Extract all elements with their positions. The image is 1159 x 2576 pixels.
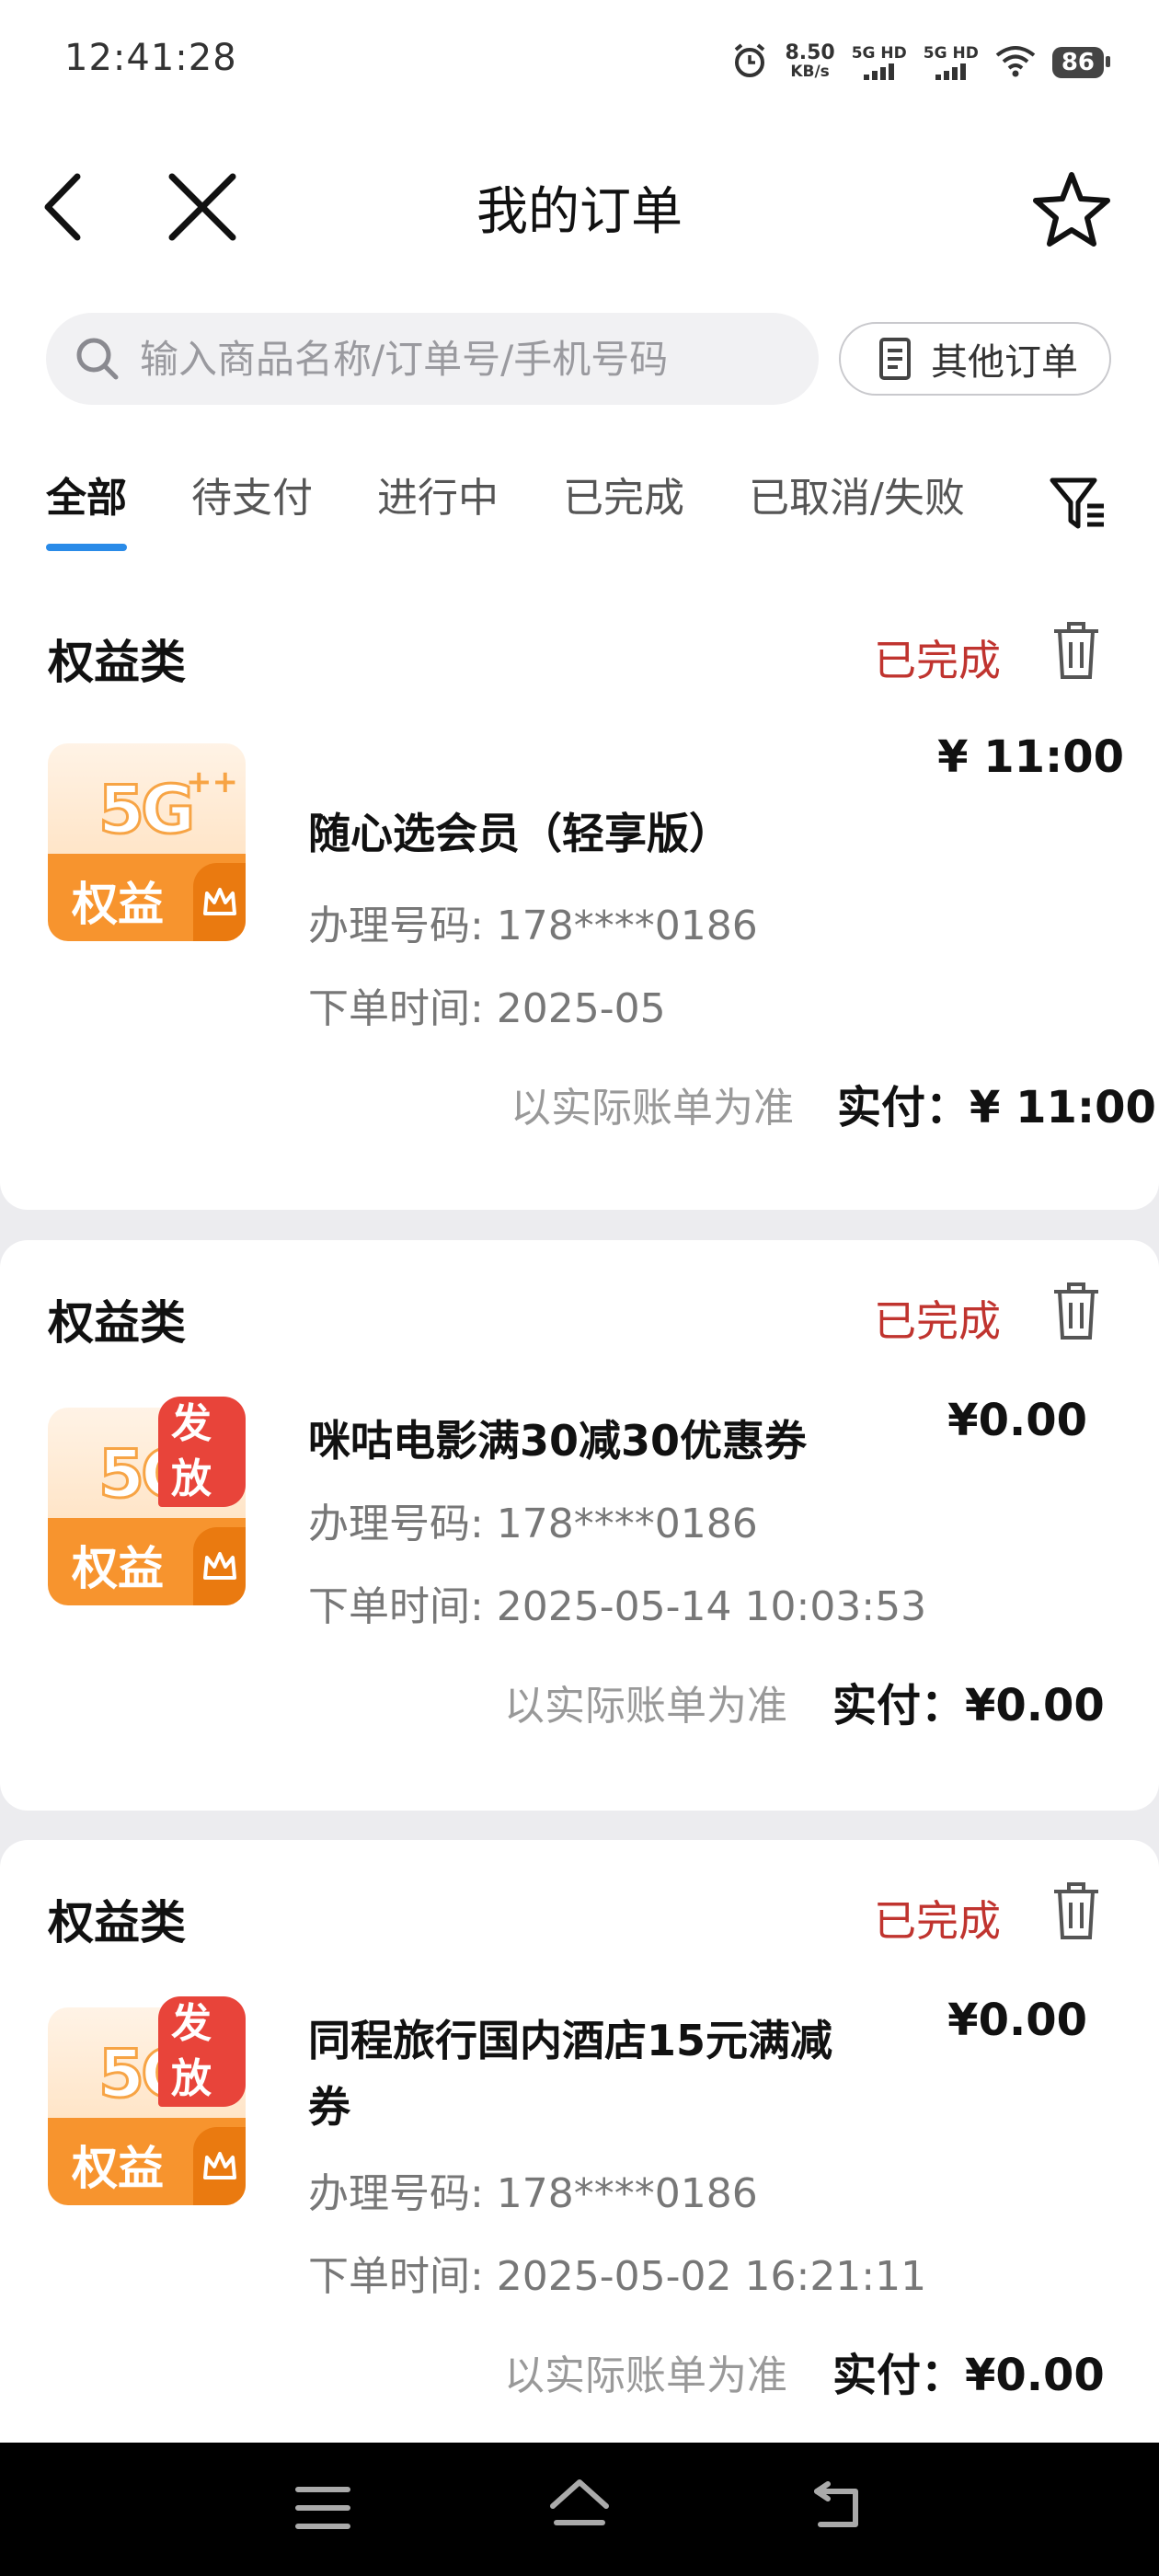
thumb-plus: ++ xyxy=(186,764,238,800)
thumb-logo: 5G xyxy=(97,770,196,850)
tab-completed[interactable]: 已完成 xyxy=(563,465,684,523)
menu-icon xyxy=(295,2487,350,2529)
search-bar[interactable] xyxy=(46,313,819,405)
order-status: 已完成 xyxy=(874,1896,1001,1946)
signal-bars-icon xyxy=(935,62,967,80)
return-button[interactable] xyxy=(809,2477,865,2532)
tab-pending-payment[interactable]: 待支付 xyxy=(191,465,313,523)
thumb-label: 权益 xyxy=(72,878,164,931)
signal-bars-icon xyxy=(864,62,895,80)
phone-number: 办理号码: 178****0186 xyxy=(308,903,758,949)
trash-icon xyxy=(1054,1882,1098,1939)
trash-icon xyxy=(1054,1282,1098,1340)
sim1-label: 5G HD xyxy=(851,44,907,63)
net-speed-value: 8.50 xyxy=(785,41,835,64)
issue-badge: 发放 xyxy=(158,1397,246,1507)
filter-button[interactable] xyxy=(1047,471,1111,535)
delete-button[interactable] xyxy=(1049,1279,1104,1343)
crown-icon xyxy=(193,863,246,941)
product-name: 咪咕电影满30减30优惠券 xyxy=(308,1416,808,1466)
menu-button[interactable] xyxy=(294,2484,351,2532)
order-price: ¥ 11:00 xyxy=(937,731,1124,783)
net-speed: 8.50 KB/s xyxy=(785,41,835,82)
paid-amount: 实付：¥ 11:00 xyxy=(837,1082,1156,1133)
crown-icon xyxy=(193,1527,246,1605)
status-icons: 8.50 KB/s 5G HD 5G HD 86 xyxy=(731,35,1111,90)
product-thumbnail: 5G ++ 权益 发放 xyxy=(48,1397,246,1605)
paid-amount: 实付：¥0.00 xyxy=(832,1680,1105,1731)
star-icon xyxy=(1033,172,1110,247)
sim2-label: 5G HD xyxy=(923,44,979,63)
filter-icon xyxy=(1050,477,1104,529)
sim1-signal: 5G HD xyxy=(852,45,907,80)
bill-note: 以实际账单为准 xyxy=(511,1085,794,1132)
wifi-icon xyxy=(995,44,1036,81)
order-tabs: 全部 待支付 进行中 已完成 已取消/失败 xyxy=(46,465,1029,557)
other-orders-button[interactable]: 其他订单 xyxy=(839,322,1111,396)
order-category: 权益类 xyxy=(48,1896,186,1949)
product-thumbnail: 5G ++ 权益 发放 xyxy=(48,1996,246,2205)
order-time: 下单时间: 2025-05-02 16:21:11 xyxy=(308,2253,927,2300)
status-time: 12:41:28 xyxy=(64,37,237,79)
favorite-button[interactable] xyxy=(1030,167,1113,250)
search-icon xyxy=(76,338,119,380)
order-time: 下单时间: 2025-05 xyxy=(308,985,666,1032)
search-input[interactable] xyxy=(138,335,804,383)
home-icon xyxy=(550,2479,609,2525)
thumb-label: 权益 xyxy=(72,2142,164,2195)
thumb-label: 权益 xyxy=(72,1542,164,1595)
order-price: ¥0.00 xyxy=(947,1395,1087,1446)
document-list-icon xyxy=(879,338,911,380)
tab-cancelled-failed[interactable]: 已取消/失败 xyxy=(749,465,965,523)
bill-note: 以实际账单为准 xyxy=(504,2352,787,2399)
order-card[interactable]: 权益类 已完成 5G ++ 权益 发放 ¥0.00 咪咕电影满30减30优惠券 … xyxy=(0,1240,1159,1811)
order-price: ¥0.00 xyxy=(947,1995,1087,2046)
order-status: 已完成 xyxy=(874,636,1001,685)
crown-icon xyxy=(193,2127,246,2205)
net-speed-unit: KB/s xyxy=(790,63,830,81)
order-category: 权益类 xyxy=(48,636,186,689)
issue-badge: 发放 xyxy=(158,1996,246,2107)
sim2-signal: 5G HD xyxy=(924,45,979,80)
home-button[interactable] xyxy=(547,2477,612,2534)
tab-in-progress[interactable]: 进行中 xyxy=(377,465,499,523)
alarm-icon xyxy=(731,42,768,83)
bill-note: 以实际账单为准 xyxy=(504,1683,787,1730)
delete-button[interactable] xyxy=(1049,618,1104,683)
product-name: 同程旅行国内酒店15元满减券 xyxy=(308,2016,833,2132)
order-time: 下单时间: 2025-05-14 10:03:53 xyxy=(308,1583,927,1630)
product-name: 随心选会员（轻享版） xyxy=(308,809,731,858)
phone-number: 办理号码: 178****0186 xyxy=(308,2170,758,2217)
order-card[interactable]: 权益类 已完成 5G ++ 权益 ¥ 11:00 随心选会员（轻享版） 办理号码… xyxy=(0,580,1159,1210)
page-title: 我的订单 xyxy=(476,182,683,242)
delete-button[interactable] xyxy=(1049,1879,1104,1943)
trash-icon xyxy=(1054,622,1098,679)
order-status: 已完成 xyxy=(874,1296,1001,1346)
phone-number: 办理号码: 178****0186 xyxy=(308,1501,758,1547)
paid-amount: 实付：¥0.00 xyxy=(832,2350,1105,2401)
order-card[interactable]: 权益类 已完成 5G ++ 权益 发放 ¥0.00 同程旅行国内酒店15元满减券… xyxy=(0,1840,1159,2443)
battery-indicator: 86 xyxy=(1051,47,1111,78)
tab-all[interactable]: 全部 xyxy=(46,465,127,551)
order-category: 权益类 xyxy=(48,1296,186,1350)
product-thumbnail: 5G ++ 权益 xyxy=(48,743,246,941)
return-icon xyxy=(814,2481,858,2527)
other-orders-label: 其他订单 xyxy=(931,341,1078,384)
